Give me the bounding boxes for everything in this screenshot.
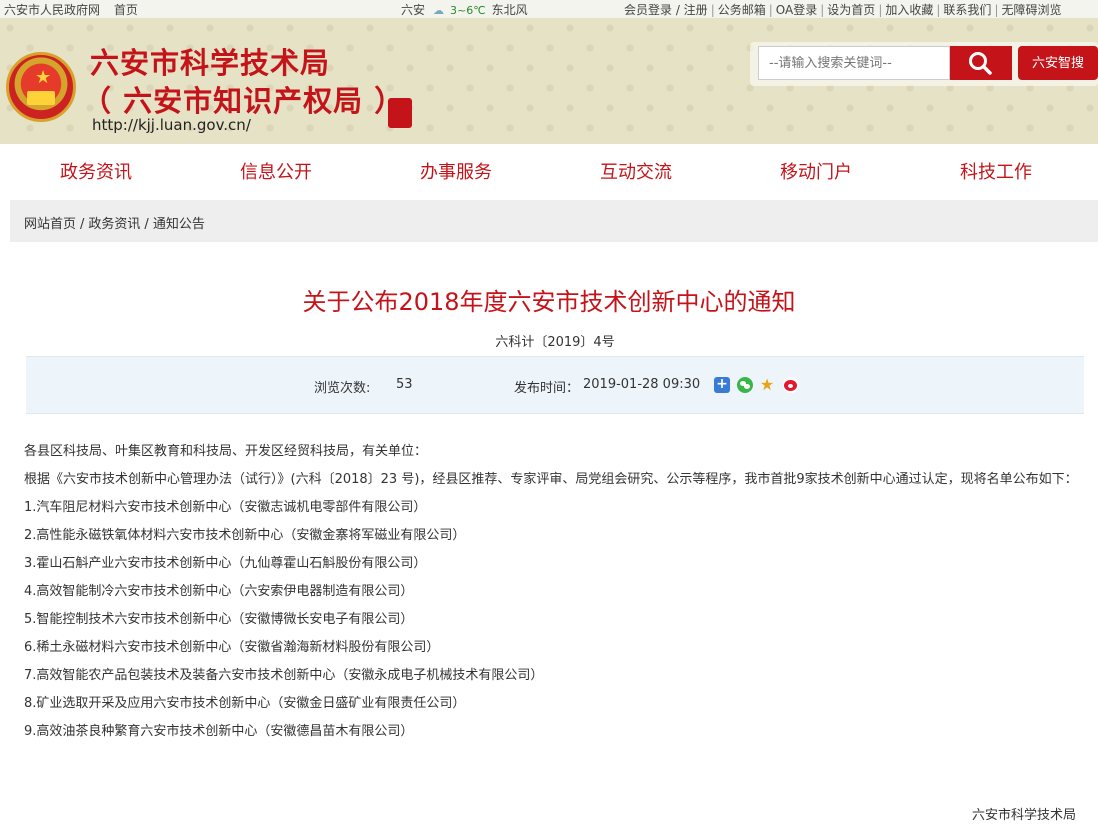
- article-info-bar: 浏览次数: 53 发布时间： 2019-01-28 09:30 + ★: [26, 356, 1084, 414]
- list-item: 2.高性能永磁铁氧体材料六安市技术创新中心（安徽金寨将军磁业有限公司）: [24, 528, 466, 543]
- document-number: 六科计〔2019〕4号: [495, 335, 615, 350]
- top-right-links: 会员登录 / 注册 | 公务邮箱 | OA登录 | 设为首页 | 加入收藏 | 联系我们 | 无障碍浏览: [624, 1, 1062, 18]
- divider: |: [710, 3, 715, 17]
- list-item: 7.高效智能农产品包装技术及装备六安市技术创新中心（安徽永成电子机械技术有限公司…: [24, 668, 544, 683]
- list-item: 1.汽车阻尼材料六安市技术创新中心（安徽志诚机电零部件有限公司）: [24, 500, 427, 515]
- divider: |: [994, 3, 999, 17]
- list-item: 3.霍山石斛产业六安市技术创新中心（九仙尊霍山石斛股份有限公司）: [24, 556, 427, 571]
- article-title: 关于公布2018年度六安市技术创新中心的通知: [302, 288, 796, 316]
- search-button[interactable]: [950, 46, 1012, 80]
- weather-widget: 六安 ☁ 3~6℃ 东北风: [401, 1, 528, 18]
- list-item: 9.高效油茶良种繁育六安市技术创新中心（安徽德昌苗木有限公司）: [24, 724, 414, 739]
- site-title[interactable]: 六安市科学技术局: [90, 40, 330, 82]
- mail-link[interactable]: 公务邮箱: [718, 3, 766, 17]
- weather-wind: 东北风: [491, 3, 528, 17]
- top-left-links: 六安市人民政府网 首页: [4, 1, 148, 18]
- national-emblem-icon: ★: [6, 52, 76, 122]
- gate-icon: [27, 91, 55, 105]
- search-input[interactable]: [758, 46, 950, 80]
- publish-time: 2019-01-28 09:30: [583, 377, 701, 392]
- list-item: 4.高效智能制冷六安市技术创新中心（六安索伊电器制造有限公司）: [24, 584, 414, 599]
- divider: |: [878, 3, 883, 17]
- breadcrumb-separator: /: [80, 217, 85, 232]
- weather-temperature: 3~6℃: [450, 4, 486, 17]
- divider: |: [820, 3, 825, 17]
- add-favorite-link[interactable]: 加入收藏: [885, 3, 933, 17]
- breadcrumb-notices[interactable]: 通知公告: [153, 217, 205, 232]
- home-link[interactable]: 首页: [114, 3, 138, 17]
- oa-login-link[interactable]: OA登录: [776, 3, 817, 17]
- list-item: 8.矿业选取开采及应用六安市技术创新中心（安徽金日盛矿业有限责任公司）: [24, 696, 466, 711]
- article-signature: 六安市科学技术局: [972, 808, 1077, 823]
- list-item: 6.稀土永磁材料六安市技术创新中心（安徽省瀚海新材料股份有限公司）: [24, 640, 440, 655]
- weibo-share-icon[interactable]: [783, 377, 799, 393]
- gov-portal-link[interactable]: 六安市人民政府网: [4, 3, 100, 17]
- divider: |: [768, 3, 773, 17]
- breadcrumb-trail: 网站首页 / 政务资讯 / 通知公告: [24, 213, 205, 232]
- search-icon: [969, 52, 992, 75]
- site-subtitle: （ 六安市知识产权局 ）: [82, 84, 405, 118]
- weather-icon: ☁: [433, 4, 445, 17]
- article-salutation: 各县区科技局、叶集区教育和科技局、开发区经贸科技局，有关单位：: [24, 444, 428, 459]
- nav-item-tech-work[interactable]: 科技工作: [960, 158, 1032, 184]
- nav-item-services[interactable]: 办事服务: [420, 158, 492, 184]
- nav-item-news[interactable]: 政务资讯: [60, 158, 132, 184]
- star-icon: ★: [35, 67, 52, 88]
- article-body: 各县区科技局、叶集区教育和科技局、开发区经贸科技局，有关单位： 根据《六安市技术…: [24, 438, 1084, 746]
- top-utility-bar: 六安市人民政府网 首页 六安 ☁ 3~6℃ 东北风 会员登录 / 注册 | 公务邮箱 | OA…: [0, 0, 1098, 18]
- site-header: ★ 六安市科学技术局 （ 六安市知识产权局 ） http://kjj.luan.…: [0, 18, 1098, 183]
- weather-city: 六安: [401, 3, 426, 17]
- main-nav: 政务资讯 信息公开 办事服务 互动交流 移动门户 科技工作: [0, 150, 1098, 190]
- favorite-star-icon[interactable]: ★: [759, 377, 775, 393]
- share-more-icon[interactable]: +: [714, 377, 730, 393]
- article-intro: 根据《六安市技术创新中心管理办法（试行）》(六科〔2018〕23 号)，经县区推…: [24, 472, 1078, 487]
- nav-item-interaction[interactable]: 互动交流: [600, 158, 672, 184]
- list-item: 5.智能控制技术六安市技术创新中心（安徽博微长安电子有限公司）: [24, 612, 414, 627]
- nav-item-info-disclosure[interactable]: 信息公开: [240, 158, 312, 184]
- member-login-link[interactable]: 会员登录 / 注册: [624, 3, 708, 17]
- accessibility-link[interactable]: 无障碍浏览: [1001, 3, 1061, 17]
- breadcrumb-separator: /: [144, 217, 149, 232]
- breadcrumb: 网站首页 / 政务资讯 / 通知公告: [10, 200, 1098, 242]
- views-count: 53: [396, 377, 413, 392]
- set-homepage-link[interactable]: 设为首页: [827, 3, 875, 17]
- breadcrumb-news[interactable]: 政务资讯: [88, 217, 140, 232]
- nav-item-mobile[interactable]: 移动门户: [780, 158, 852, 184]
- views-label: 浏览次数:: [314, 381, 371, 396]
- seal-stamp-icon: [388, 98, 412, 128]
- smart-search-button[interactable]: 六安智搜: [1018, 46, 1098, 80]
- publish-time-label: 发布时间：: [514, 381, 580, 396]
- divider: |: [936, 3, 941, 17]
- site-url: http://kjj.luan.gov.cn/: [92, 116, 251, 134]
- contact-link[interactable]: 联系我们: [943, 3, 991, 17]
- breadcrumb-home[interactable]: 网站首页: [24, 217, 76, 232]
- wechat-share-icon[interactable]: [737, 377, 753, 393]
